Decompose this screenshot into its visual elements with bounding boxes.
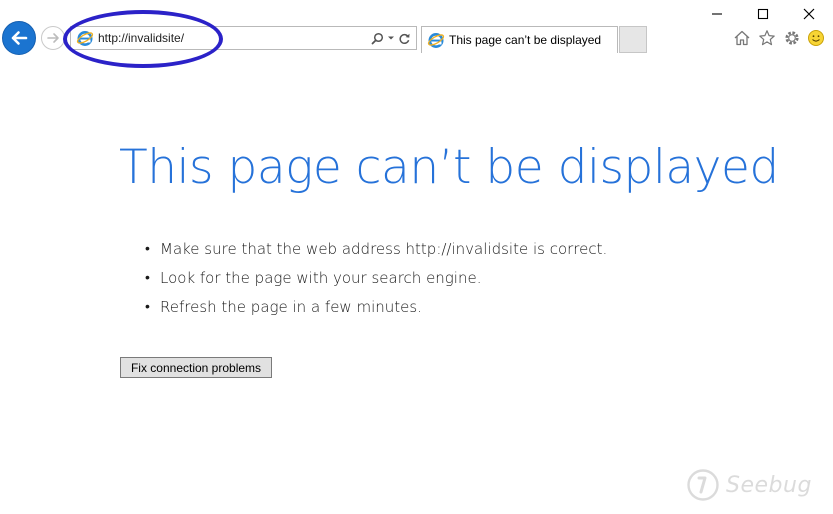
gear-icon [785,31,799,45]
favorites-button[interactable] [757,28,777,48]
address-bar[interactable]: http://invalidsite/ [70,26,417,50]
star-icon [759,30,775,46]
refresh-icon [399,33,410,44]
close-button[interactable] [798,4,820,24]
search-button[interactable] [371,32,384,45]
seebug-watermark: Seebug [686,467,812,503]
page-title: This page can’t be displayed [119,140,779,195]
troubleshooting-list: • Make sure that the web address http://… [145,234,607,321]
tip-text: Refresh the page in a few minutes. [160,297,422,316]
refresh-button[interactable] [398,32,411,45]
minimize-icon [712,13,722,15]
new-tab-button[interactable] [619,26,647,53]
bullet: • [145,270,150,286]
tip-text: Look for the page with your search engin… [160,268,482,287]
home-button[interactable] [732,28,752,48]
list-item: • Refresh the page in a few minutes. [145,292,607,321]
bullet: • [145,299,150,315]
tab-error-page[interactable]: This page can’t be displayed [421,26,618,53]
tab-title: This page can’t be displayed [449,33,602,47]
bullet: • [145,241,150,257]
ie-page-icon [76,31,94,46]
fix-connection-problems-button[interactable]: Fix connection problems [120,357,272,378]
maximize-icon [757,8,769,20]
close-icon [803,8,815,20]
tools-button[interactable] [782,28,802,48]
list-item: • Make sure that the web address http://… [145,234,607,263]
home-icon [734,30,750,46]
address-dropdown-button[interactable] [387,34,395,42]
maximize-button[interactable] [752,4,774,24]
seebug-logo-icon [687,469,719,501]
forward-arrow-icon [47,33,59,43]
watermark-text: Seebug [726,472,812,498]
smiley-icon [808,30,824,46]
address-url[interactable]: http://invalidsite/ [98,31,184,45]
forward-button[interactable] [41,26,65,50]
chevron-down-icon [388,36,394,40]
search-icon [371,32,384,44]
ie-page-icon [427,33,445,48]
back-arrow-icon [11,31,28,45]
feedback-button[interactable] [806,28,826,48]
minimize-button[interactable] [706,4,728,24]
back-button[interactable] [2,21,36,55]
list-item: • Look for the page with your search eng… [145,263,607,292]
tip-text: Make sure that the web address http://in… [160,239,608,258]
